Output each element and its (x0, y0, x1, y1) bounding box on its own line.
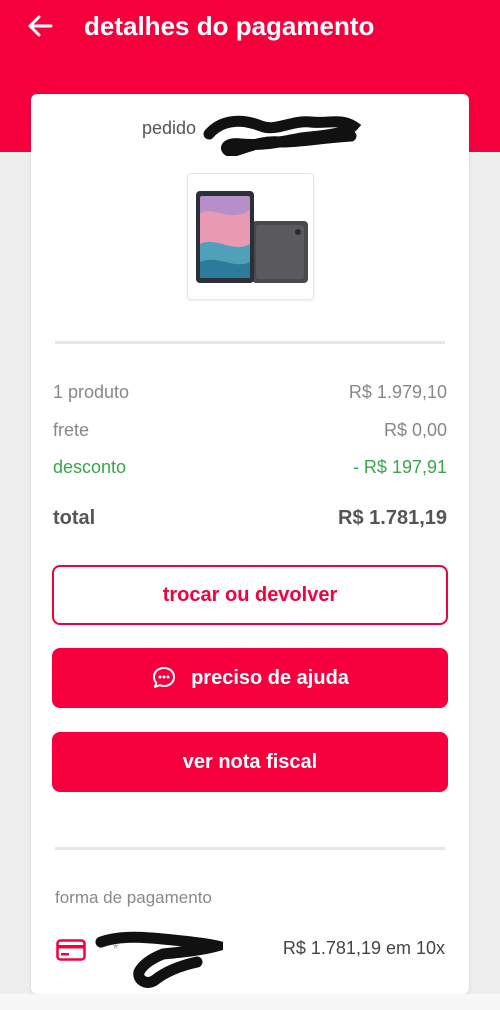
page-title: detalhes do pagamento (84, 11, 375, 41)
invoice-label: ver nota fiscal (182, 750, 318, 773)
back-button[interactable] (22, 8, 58, 44)
total-label: total (53, 506, 96, 529)
invoice-button[interactable]: ver nota fiscal (52, 732, 448, 792)
order-details-card: pedido 1 produto R$ 1.979,10 frete R$ 0,… (31, 94, 469, 994)
redaction-scribble (203, 115, 361, 156)
products-value: R$ 1.979,10 (348, 381, 447, 402)
payment-method-label: forma de pagamento (55, 888, 212, 907)
exchange-return-label: trocar ou devolver (162, 583, 338, 606)
total-row: total R$ 1.781,19 (53, 505, 447, 531)
discount-value: - R$ 197,91 (352, 456, 447, 477)
divider-bottom (55, 847, 445, 850)
arrow-left-icon (28, 15, 53, 37)
discount-row: desconto - R$ 197,91 (53, 454, 447, 480)
shipping-row: frete R$ 0,00 (53, 417, 447, 443)
order-label: pedido (142, 118, 197, 138)
help-button[interactable]: preciso de ajuda (52, 648, 448, 708)
redaction-scribble-card (95, 931, 223, 988)
products-label: 1 produto (53, 381, 130, 402)
shipping-value: R$ 0,00 (383, 419, 447, 440)
chat-bubble-icon (151, 665, 177, 691)
payment-amount: R$ 1.781,19 em 10x (282, 938, 445, 958)
order-number-row: pedido (31, 115, 469, 156)
bottom-bar (0, 994, 500, 1010)
exchange-return-button[interactable]: trocar ou devolver (52, 565, 448, 625)
shipping-label: frete (53, 419, 90, 440)
credit-card-icon (56, 939, 86, 961)
divider-top (55, 341, 445, 344)
tablet-image (196, 191, 308, 283)
help-label: preciso de ajuda (191, 666, 349, 689)
products-row: 1 produto R$ 1.979,10 (53, 379, 447, 405)
discount-label: desconto (53, 456, 127, 477)
total-value: R$ 1.781,19 (338, 506, 447, 529)
product-image[interactable] (187, 173, 314, 300)
